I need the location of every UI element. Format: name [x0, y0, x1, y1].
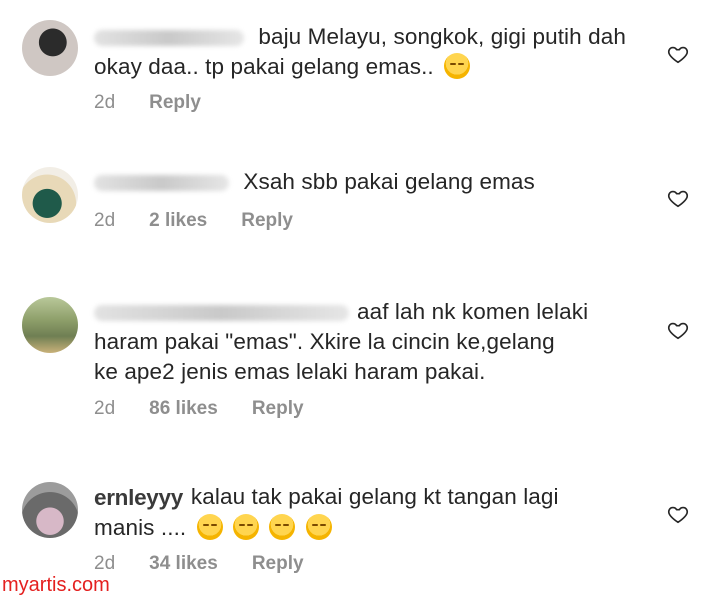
comment-body-line-1: kalau tak pakai gelang kt tangan lagi — [190, 484, 559, 509]
avatar[interactable] — [22, 482, 78, 538]
comment-body-line-3: ke ape2 jenis emas lelaki haram pakai. — [94, 359, 486, 384]
timestamp: 2d — [94, 398, 116, 419]
timestamp: 2d — [94, 210, 116, 231]
comment-line: aaf lah nk komen lelaki — [94, 297, 654, 327]
comment-body-line-2: manis .... — [94, 515, 187, 541]
comment-meta: 2d 2 likes Reply — [94, 210, 293, 232]
comment-body-line-1: aaf lah nk komen lelaki — [357, 299, 589, 324]
timestamp: 2d — [94, 92, 116, 113]
comment-line: ernleyyy kalau tak pakai gelang kt tangan… — [94, 482, 654, 513]
relieved-face-emoji-icon — [269, 514, 296, 541]
likes-count[interactable]: 86 likes — [149, 398, 218, 420]
username-blurred[interactable] — [94, 175, 229, 192]
avatar[interactable] — [22, 167, 78, 223]
comment-body-line-2: haram pakai "emas". Xkire la cincin ke,g… — [94, 329, 555, 354]
watermark: myartis.com — [2, 574, 110, 596]
yawning-face-emoji-icon — [444, 53, 471, 79]
comment-text: ernleyyy kalau tak pakai gelang kt tangan… — [94, 482, 654, 543]
reply-button[interactable]: Reply — [252, 553, 304, 575]
username-blurred[interactable] — [94, 305, 349, 322]
comment-line: manis .... — [94, 513, 654, 543]
timestamp: 2d — [94, 553, 116, 574]
username[interactable]: ernleyyy — [94, 483, 183, 513]
relieved-face-emoji-icon — [196, 514, 223, 541]
relieved-face-emoji-icon — [305, 514, 332, 541]
comment-meta: 2d Reply — [94, 92, 201, 114]
reply-button[interactable]: Reply — [241, 210, 293, 232]
reply-button[interactable]: Reply — [149, 92, 201, 114]
reply-button[interactable]: Reply — [252, 398, 304, 420]
heart-icon[interactable] — [667, 187, 689, 209]
comment-meta: 2d 34 likes Reply — [94, 553, 304, 575]
heart-icon[interactable] — [667, 43, 689, 65]
comment-body: Xsah sbb pakai gelang emas — [243, 169, 535, 194]
avatar[interactable] — [22, 297, 78, 353]
username-blurred[interactable] — [94, 30, 244, 47]
comment-meta: 2d 86 likes Reply — [94, 398, 304, 420]
likes-count[interactable]: 2 likes — [149, 210, 207, 232]
relieved-face-emoji-icon — [233, 514, 259, 541]
comment-text: aaf lah nk komen lelaki haram pakai "ema… — [94, 297, 654, 387]
comment-text: baju Melayu, songkok, gigi putih dah oka… — [94, 22, 654, 82]
comment-text: Xsah sbb pakai gelang emas — [94, 167, 654, 197]
heart-icon[interactable] — [667, 319, 689, 341]
avatar[interactable] — [22, 20, 78, 76]
likes-count[interactable]: 34 likes — [149, 553, 218, 575]
heart-icon[interactable] — [667, 503, 689, 525]
